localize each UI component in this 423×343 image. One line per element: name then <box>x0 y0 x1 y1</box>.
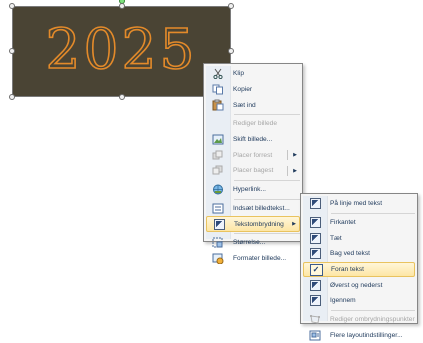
layout-options-icon <box>306 329 324 342</box>
menu-item-size[interactable]: Størrelse... <box>206 235 300 251</box>
menu-item-label: Foran tekst <box>331 266 414 273</box>
menu-item-label: Tæt <box>330 235 415 242</box>
hyperlink-icon <box>209 183 227 196</box>
scissors-icon <box>209 67 227 80</box>
submenu-arrow-icon: ▶ <box>289 221 299 227</box>
picture-text: 2025 <box>13 13 230 85</box>
wrap-square[interactable]: Firkantet <box>303 215 415 231</box>
menu-item-label: På linje med tekst <box>330 200 415 207</box>
menu-item-format-picture[interactable]: Formater billede... <box>206 251 300 267</box>
menu-item-label: Placer bagest <box>233 167 287 174</box>
resize-handle-right[interactable] <box>228 48 234 54</box>
menu-separator <box>331 213 415 214</box>
menu-item-bring-forward[interactable]: Placer forrest ▶ <box>206 147 300 163</box>
menu-item-hyperlink[interactable]: Hyperlink... <box>206 182 300 198</box>
menu-item-change-picture[interactable]: Skift billede... <box>206 132 300 148</box>
menu-separator <box>331 310 415 311</box>
wrap-through[interactable]: Igennem <box>303 293 415 309</box>
caption-icon <box>209 202 227 215</box>
menu-separator <box>234 180 300 181</box>
split-separator <box>287 150 288 160</box>
resize-handle-top-right[interactable] <box>228 3 234 9</box>
menu-item-label: Igennem <box>330 297 415 304</box>
selected-picture[interactable]: 2025 <box>12 6 231 97</box>
menu-item-insert-caption[interactable]: Indsæt billedtekst... <box>206 201 300 217</box>
menu-item-paste[interactable]: Sæt ind <box>206 97 300 113</box>
send-backward-icon <box>209 164 227 177</box>
menu-item-copy[interactable]: Kopier <box>206 82 300 98</box>
edit-wrap-points[interactable]: Rediger ombrydningspunkter <box>303 312 415 328</box>
wrap-top-and-bottom[interactable]: Øverst og nederst <box>303 277 415 293</box>
context-menu: Klip Kopier Sæt ind Rediger billede Skif… <box>203 63 303 242</box>
resize-handle-bottom-left[interactable] <box>9 94 15 100</box>
menu-item-label: Skift billede... <box>233 136 300 143</box>
wrap-top-bottom-icon <box>306 279 324 292</box>
menu-item-label: Flere layoutindstillinger... <box>330 332 415 339</box>
paste-icon <box>209 99 227 112</box>
wrap-inline-with-text[interactable]: På linje med tekst <box>303 196 415 212</box>
format-picture-icon <box>209 252 227 265</box>
menu-item-label: Firkantet <box>330 219 415 226</box>
menu-item-send-backward[interactable]: Placer bagest ▶ <box>206 163 300 179</box>
menu-item-label: Kopier <box>233 86 300 93</box>
menu-item-label: Størrelse... <box>233 239 300 246</box>
menu-item-label: Rediger ombrydningspunkter <box>330 316 415 323</box>
menu-item-label: Klip <box>233 70 300 77</box>
wrap-behind-text[interactable]: Bag ved tekst <box>303 246 415 262</box>
menu-separator <box>234 233 300 234</box>
menu-item-label: Rediger billede <box>233 120 300 127</box>
menu-item-text-wrapping[interactable]: Tekstombrydning ▶ <box>206 216 300 232</box>
menu-item-label: Formater billede... <box>233 255 300 262</box>
text-wrapping-submenu: På linje med tekst Firkantet Tæt Bag ved… <box>300 193 418 324</box>
menu-separator <box>234 114 300 115</box>
resize-handle-bottom[interactable] <box>119 94 125 100</box>
resize-handle-top[interactable] <box>119 3 125 9</box>
resize-handle-top-left[interactable] <box>9 3 15 9</box>
text-wrap-icon <box>210 218 228 231</box>
wrap-behind-icon <box>306 247 324 260</box>
wrap-tight[interactable]: Tæt <box>303 230 415 246</box>
menu-item-label: Tekstombrydning <box>234 221 289 228</box>
menu-item-label: Øverst og nederst <box>330 282 415 289</box>
copy-icon <box>209 83 227 96</box>
menu-item-edit-picture[interactable]: Rediger billede <box>206 116 300 132</box>
resize-handle-left[interactable] <box>9 48 15 54</box>
submenu-arrow-icon: ▶ <box>290 152 300 158</box>
menu-item-label: Placer forrest <box>233 152 287 159</box>
wrap-tight-icon <box>306 232 324 245</box>
size-icon <box>209 236 227 249</box>
menu-item-label: Hyperlink... <box>233 186 300 193</box>
wrap-through-icon <box>306 294 324 307</box>
menu-item-label: Bag ved tekst <box>330 250 415 257</box>
wrap-inline-icon <box>306 197 324 210</box>
checked-wrap-icon: ✓ <box>307 263 325 276</box>
wrap-in-front-of-text[interactable]: ✓ Foran tekst <box>303 262 415 278</box>
wrap-square-icon <box>306 216 324 229</box>
split-separator <box>287 166 288 176</box>
menu-item-label: Indsæt billedtekst... <box>233 205 300 212</box>
menu-item-cut[interactable]: Klip <box>206 66 300 82</box>
menu-item-label: Sæt ind <box>233 102 300 109</box>
edit-wrap-points-icon <box>306 313 324 326</box>
bring-forward-icon <box>209 149 227 162</box>
more-layout-options[interactable]: Flere layoutindstillinger... <box>303 328 415 343</box>
menu-separator <box>234 199 300 200</box>
change-picture-icon <box>209 133 227 146</box>
submenu-arrow-icon: ▶ <box>290 168 300 174</box>
